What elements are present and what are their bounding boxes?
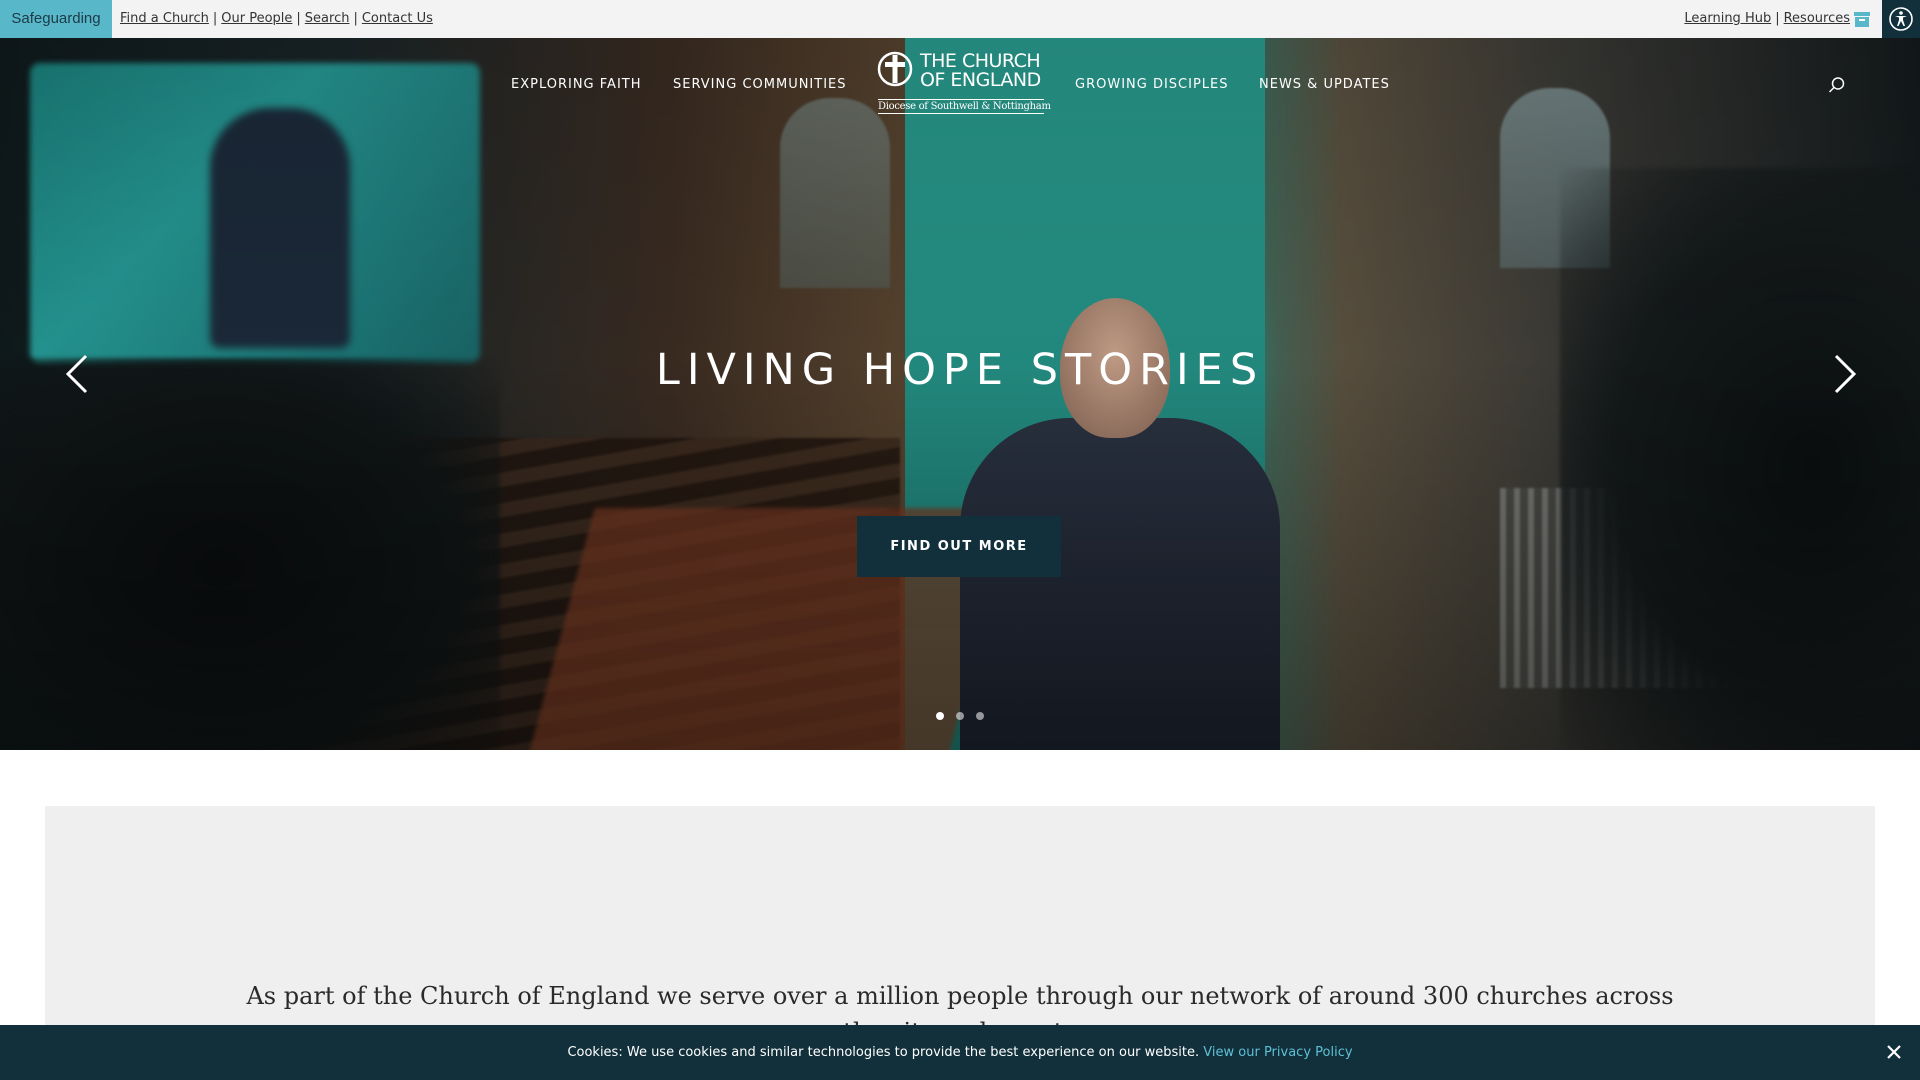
carousel-dot-1[interactable] xyxy=(936,712,944,720)
search-icon[interactable] xyxy=(1828,76,1846,94)
our-people-link[interactable]: Our People xyxy=(221,11,292,26)
safeguarding-link[interactable]: Safeguarding xyxy=(0,0,112,38)
carousel-dot-2[interactable] xyxy=(956,712,964,720)
resources-link[interactable]: Resources xyxy=(1784,11,1850,26)
accessibility-icon xyxy=(1889,7,1913,31)
hero-title: LIVING HOPE STORIES xyxy=(655,345,1265,395)
right-links: Learning Hub | Resources xyxy=(1684,0,1850,38)
accessibility-button[interactable] xyxy=(1882,0,1920,38)
cookie-banner: Cookies: We use cookies and similar tech… xyxy=(0,1025,1920,1080)
archive-icon[interactable] xyxy=(1854,12,1870,27)
logo-title-line2: OF ENGLAND xyxy=(920,69,1041,91)
privacy-policy-link[interactable]: View our Privacy Policy xyxy=(1203,1045,1352,1060)
learning-hub-link[interactable]: Learning Hub xyxy=(1684,11,1771,26)
nav-exploring-faith[interactable]: EXPLORING FAITH xyxy=(511,77,642,92)
search-link[interactable]: Search xyxy=(305,11,350,26)
nav-serving-communities[interactable]: SERVING COMMUNITIES xyxy=(673,77,847,92)
find-out-more-button[interactable]: FIND OUT MORE xyxy=(857,516,1061,577)
contact-us-link[interactable]: Contact Us xyxy=(362,11,433,26)
nav-news-updates[interactable]: NEWS & UPDATES xyxy=(1259,77,1390,92)
link-separator: | xyxy=(1775,11,1780,26)
link-separator: | xyxy=(212,11,218,26)
church-cross-icon xyxy=(877,51,913,87)
close-icon[interactable] xyxy=(1884,1042,1904,1062)
logo-subtitle: Diocese of Southwell & Nottingham xyxy=(878,99,1051,114)
cookie-message: Cookies: We use cookies and similar tech… xyxy=(0,1025,1920,1080)
nav-growing-disciples[interactable]: GROWING DISCIPLES xyxy=(1075,77,1229,92)
quick-links: Find a Church | Our People | Search | Contact … xyxy=(120,0,433,38)
find-a-church-link[interactable]: Find a Church xyxy=(120,11,209,26)
carousel-dot-3[interactable] xyxy=(976,712,984,720)
utility-bar: Safeguarding Find a Church | Our People | Se… xyxy=(0,0,1920,38)
logo-title: THE CHURCH OF ENGLAND xyxy=(920,52,1041,90)
link-separator: | xyxy=(353,11,358,26)
carousel-dots xyxy=(936,712,984,720)
link-separator: | xyxy=(296,11,301,26)
cookie-text: Cookies: We use cookies and similar tech… xyxy=(567,1045,1204,1060)
diocese-logo[interactable]: THE CHURCH OF ENGLAND Diocese of Southwe… xyxy=(876,50,1051,116)
